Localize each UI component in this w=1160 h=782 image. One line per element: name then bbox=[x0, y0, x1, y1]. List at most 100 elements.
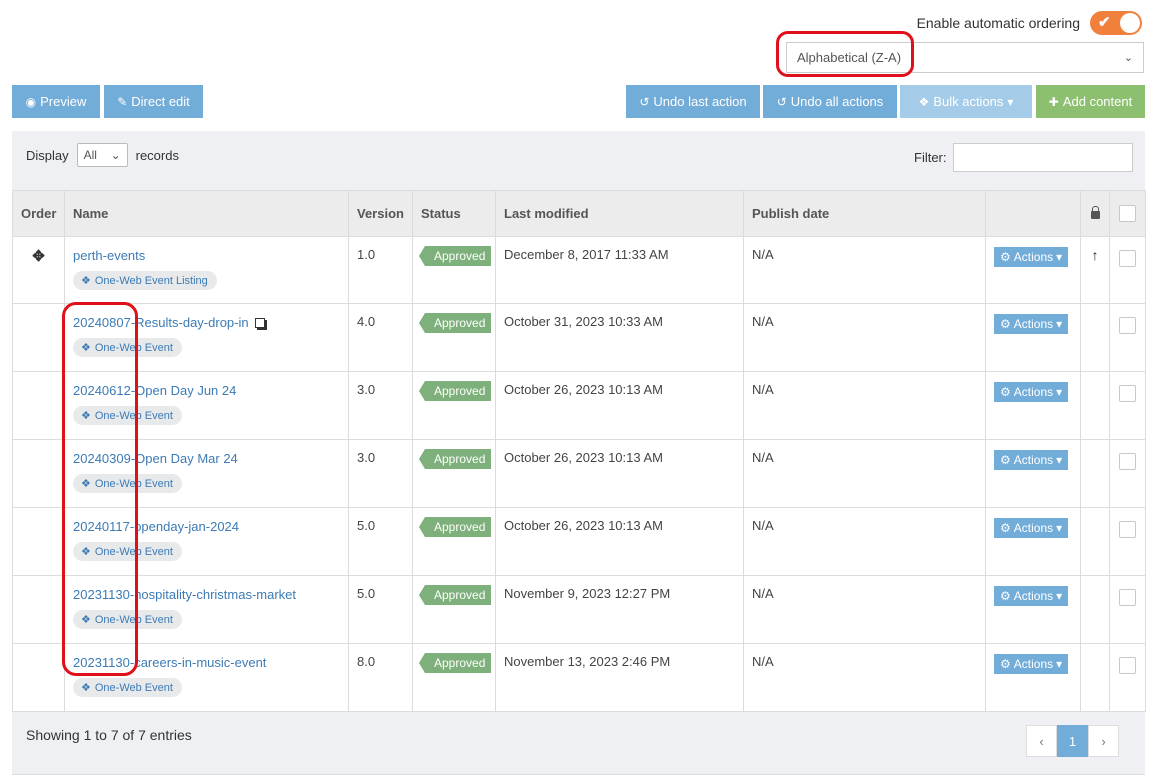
column-actions bbox=[985, 190, 1081, 237]
direct-edit-button[interactable]: ✎ Direct edit bbox=[104, 85, 203, 118]
last-modified-cell: November 13, 2023 2:46 PM bbox=[495, 643, 744, 712]
undo-all-actions-button[interactable]: ↺ Undo all actions bbox=[763, 85, 897, 118]
caret-down-icon: ▾ bbox=[1007, 94, 1014, 109]
preview-button-label: Preview bbox=[40, 94, 87, 109]
table-row: 20240309-Open Day Mar 24 ❖ One-Web Event … bbox=[12, 439, 1146, 508]
actions-label: Actions bbox=[1013, 250, 1054, 264]
display-select[interactable]: All ⌄ bbox=[76, 143, 128, 167]
type-tag-label: One-Web Event bbox=[94, 681, 173, 694]
filter-label: Filter: bbox=[914, 150, 947, 165]
actions-label: Actions bbox=[1013, 453, 1054, 467]
gear-icon: ⚙ bbox=[1000, 317, 1011, 331]
caret-down-icon: ▾ bbox=[1056, 657, 1063, 671]
undo-icon: ↺ bbox=[776, 94, 787, 109]
column-status[interactable]: Status bbox=[412, 190, 496, 237]
publish-date-cell: N/A bbox=[743, 439, 986, 508]
add-content-label: Add content bbox=[1062, 94, 1133, 109]
order-cell bbox=[12, 439, 65, 508]
row-checkbox[interactable] bbox=[1119, 317, 1136, 334]
lock-cell bbox=[1080, 303, 1110, 372]
column-publish-date[interactable]: Publish date bbox=[743, 190, 986, 237]
actions-label: Actions bbox=[1013, 385, 1054, 399]
entries-summary: Showing 1 to 7 of 7 entries bbox=[26, 727, 192, 743]
actions-button[interactable]: ⚙ Actions ▾ bbox=[994, 382, 1069, 402]
select-cell bbox=[1109, 303, 1146, 372]
version-cell: 4.0 bbox=[348, 303, 413, 372]
status-cell: Approved bbox=[412, 439, 496, 508]
pagination-next[interactable]: › bbox=[1088, 725, 1119, 757]
actions-button[interactable]: ⚙ Actions ▾ bbox=[994, 314, 1069, 334]
actions-cell: ⚙ Actions ▾ bbox=[985, 371, 1081, 440]
add-content-button[interactable]: ✚ Add content bbox=[1036, 85, 1145, 118]
bulk-actions-button[interactable]: ❖ Bulk actions ▾ bbox=[900, 85, 1032, 118]
row-checkbox[interactable] bbox=[1119, 589, 1136, 606]
table-row: 20240807-Results-day-drop-in ❖ One-Web Ev… bbox=[12, 303, 1146, 372]
actions-button[interactable]: ⚙ Actions ▾ bbox=[994, 654, 1069, 674]
chevron-down-icon: ⌄ bbox=[110, 148, 121, 162]
lock-cell bbox=[1080, 575, 1110, 644]
publish-date-cell: N/A bbox=[743, 643, 986, 712]
table-row: 20231130-careers-in-music-event ❖ One-Web… bbox=[12, 643, 1146, 712]
table-header: Order Name Version Status Last modified … bbox=[12, 190, 1146, 237]
undo-last-action-label: Undo last action bbox=[653, 94, 747, 109]
status-badge: Approved bbox=[418, 653, 492, 673]
last-modified-cell: October 31, 2023 10:33 AM bbox=[495, 303, 744, 372]
row-checkbox[interactable] bbox=[1119, 385, 1136, 402]
pagination-page[interactable]: 1 bbox=[1057, 725, 1088, 757]
actions-button[interactable]: ⚙ Actions ▾ bbox=[994, 518, 1069, 538]
direct-edit-button-label: Direct edit bbox=[131, 94, 190, 109]
actions-button[interactable]: ⚙ Actions ▾ bbox=[994, 450, 1069, 470]
status-badge: Approved bbox=[418, 381, 492, 401]
undo-last-action-button[interactable]: ↺ Undo last action bbox=[626, 85, 760, 118]
column-order[interactable]: Order bbox=[12, 190, 65, 237]
table-row: 20240117-openday-jan-2024 ❖ One-Web Event… bbox=[12, 507, 1146, 576]
publish-date-cell: N/A bbox=[743, 236, 986, 304]
order-cell bbox=[12, 643, 65, 712]
actions-label: Actions bbox=[1013, 589, 1054, 603]
select-cell bbox=[1109, 371, 1146, 440]
move-icon[interactable]: ✥ bbox=[21, 247, 56, 265]
status-cell: Approved bbox=[412, 371, 496, 440]
status-cell: Approved bbox=[412, 303, 496, 372]
filter-input[interactable] bbox=[952, 143, 1133, 172]
actions-cell: ⚙ Actions ▾ bbox=[985, 507, 1081, 576]
lock-cell bbox=[1080, 439, 1110, 508]
column-name[interactable]: Name bbox=[64, 190, 349, 237]
preview-button[interactable]: ◉ Preview bbox=[12, 85, 100, 118]
caret-down-icon: ▾ bbox=[1056, 385, 1063, 399]
row-checkbox[interactable] bbox=[1119, 250, 1136, 267]
row-checkbox[interactable] bbox=[1119, 657, 1136, 674]
auto-ordering-toggle[interactable]: ✔ bbox=[1090, 11, 1142, 35]
display-label: Display bbox=[26, 147, 69, 163]
lock-icon bbox=[1090, 205, 1100, 219]
pagination-prev[interactable]: ‹ bbox=[1026, 725, 1057, 757]
row-checkbox[interactable] bbox=[1119, 521, 1136, 538]
caret-down-icon: ▾ bbox=[1056, 250, 1063, 264]
row-name-link[interactable]: perth-events bbox=[73, 248, 145, 263]
select-all-checkbox[interactable] bbox=[1119, 205, 1136, 222]
select-cell bbox=[1109, 643, 1146, 712]
column-last-modified[interactable]: Last modified bbox=[495, 190, 744, 237]
status-badge: Approved bbox=[418, 585, 492, 605]
column-select bbox=[1109, 190, 1146, 237]
cubes-icon: ❖ bbox=[81, 275, 91, 287]
status-cell: Approved bbox=[412, 575, 496, 644]
order-cell bbox=[12, 575, 65, 644]
order-cell bbox=[12, 303, 65, 372]
row-checkbox[interactable] bbox=[1119, 453, 1136, 470]
version-cell: 8.0 bbox=[348, 643, 413, 712]
version-cell: 5.0 bbox=[348, 507, 413, 576]
toggle-knob bbox=[1120, 13, 1140, 33]
table-row: 20240612-Open Day Jun 24 ❖ One-Web Event … bbox=[12, 371, 1146, 440]
version-cell: 3.0 bbox=[348, 371, 413, 440]
actions-button[interactable]: ⚙ Actions ▾ bbox=[994, 586, 1069, 606]
status-badge: Approved bbox=[418, 313, 492, 333]
actions-button[interactable]: ⚙ Actions ▾ bbox=[994, 247, 1069, 267]
status-cell: Approved bbox=[412, 507, 496, 576]
column-version[interactable]: Version bbox=[348, 190, 413, 237]
arrow-up-icon[interactable]: ↑ bbox=[1089, 247, 1101, 263]
highlight-ordering-select bbox=[776, 31, 914, 77]
display-suffix: records bbox=[135, 147, 179, 163]
last-modified-cell: November 9, 2023 12:27 PM bbox=[495, 575, 744, 644]
publish-date-cell: N/A bbox=[743, 303, 986, 372]
